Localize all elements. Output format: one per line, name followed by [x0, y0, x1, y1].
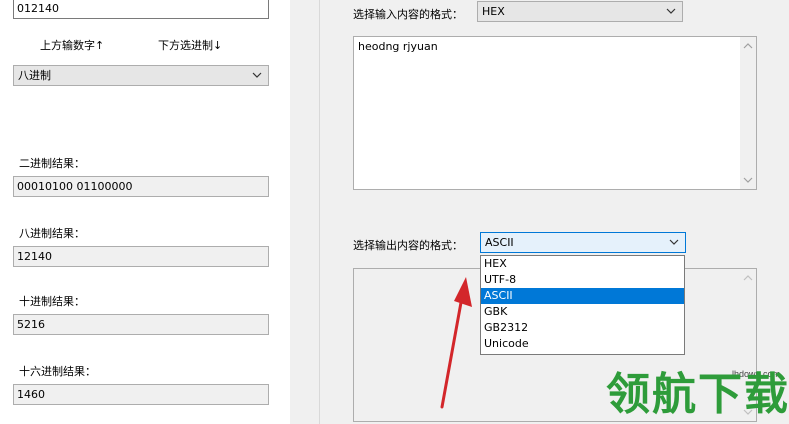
chevron-down-icon — [669, 239, 679, 245]
input-text: heodng rjyuan — [358, 40, 438, 53]
scroll-up-icon[interactable] — [743, 41, 753, 51]
converter-left-panel: 012140 上方输数字↑ 下方选进制↓ 八进制 二进制结果： 00010100… — [0, 0, 290, 424]
panel-divider — [290, 0, 320, 424]
binary-result-field[interactable]: 00010100 01100000 — [13, 176, 269, 197]
input-textarea[interactable]: heodng rjyuan — [353, 36, 757, 190]
input-format-value: HEX — [482, 5, 505, 18]
dropdown-option-ascii[interactable]: ASCII — [481, 288, 684, 304]
base-hint-label: 下方选进制↓ — [158, 39, 223, 52]
octal-result-label: 八进制结果： — [19, 227, 85, 240]
dropdown-option-unicode[interactable]: Unicode — [481, 336, 684, 352]
input-scrollbar[interactable] — [740, 37, 756, 189]
chevron-down-icon — [252, 72, 262, 78]
annotation-arrow-icon — [440, 277, 472, 409]
binary-result-label: 二进制结果： — [19, 157, 85, 170]
dropdown-option-gb2312[interactable]: GB2312 — [481, 320, 684, 336]
hex-result-label: 十六进制结果： — [19, 365, 96, 378]
base-select[interactable]: 八进制 — [13, 65, 269, 86]
decimal-result-field[interactable]: 5216 — [13, 314, 269, 335]
dropdown-option-utf8[interactable]: UTF-8 — [481, 272, 684, 288]
watermark-brand: 领航下载 — [606, 369, 789, 420]
input-format-label: 选择输入内容的格式： — [353, 8, 463, 21]
output-format-value: ASCII — [485, 236, 514, 249]
output-format-dropdown[interactable]: HEX UTF-8 ASCII GBK GB2312 Unicode — [480, 255, 685, 355]
base-select-value: 八进制 — [18, 69, 51, 82]
hex-result-field[interactable]: 1460 — [13, 384, 269, 405]
output-format-select[interactable]: ASCII — [480, 232, 686, 253]
watermark-logo: lhdown.com 领航下载 — [600, 362, 789, 424]
output-format-label: 选择输出内容的格式： — [353, 239, 463, 252]
chevron-down-icon — [666, 8, 676, 14]
scroll-up-icon[interactable] — [743, 273, 753, 283]
input-hint-label: 上方输数字↑ — [40, 39, 105, 52]
dropdown-option-gbk[interactable]: GBK — [481, 304, 684, 320]
input-format-select[interactable]: HEX — [477, 1, 683, 22]
decimal-result-label: 十进制结果： — [19, 295, 85, 308]
number-input[interactable]: 012140 — [13, 0, 269, 19]
octal-result-field[interactable]: 12140 — [13, 246, 269, 267]
dropdown-option-hex[interactable]: HEX — [481, 256, 684, 272]
scroll-down-icon[interactable] — [743, 175, 753, 185]
